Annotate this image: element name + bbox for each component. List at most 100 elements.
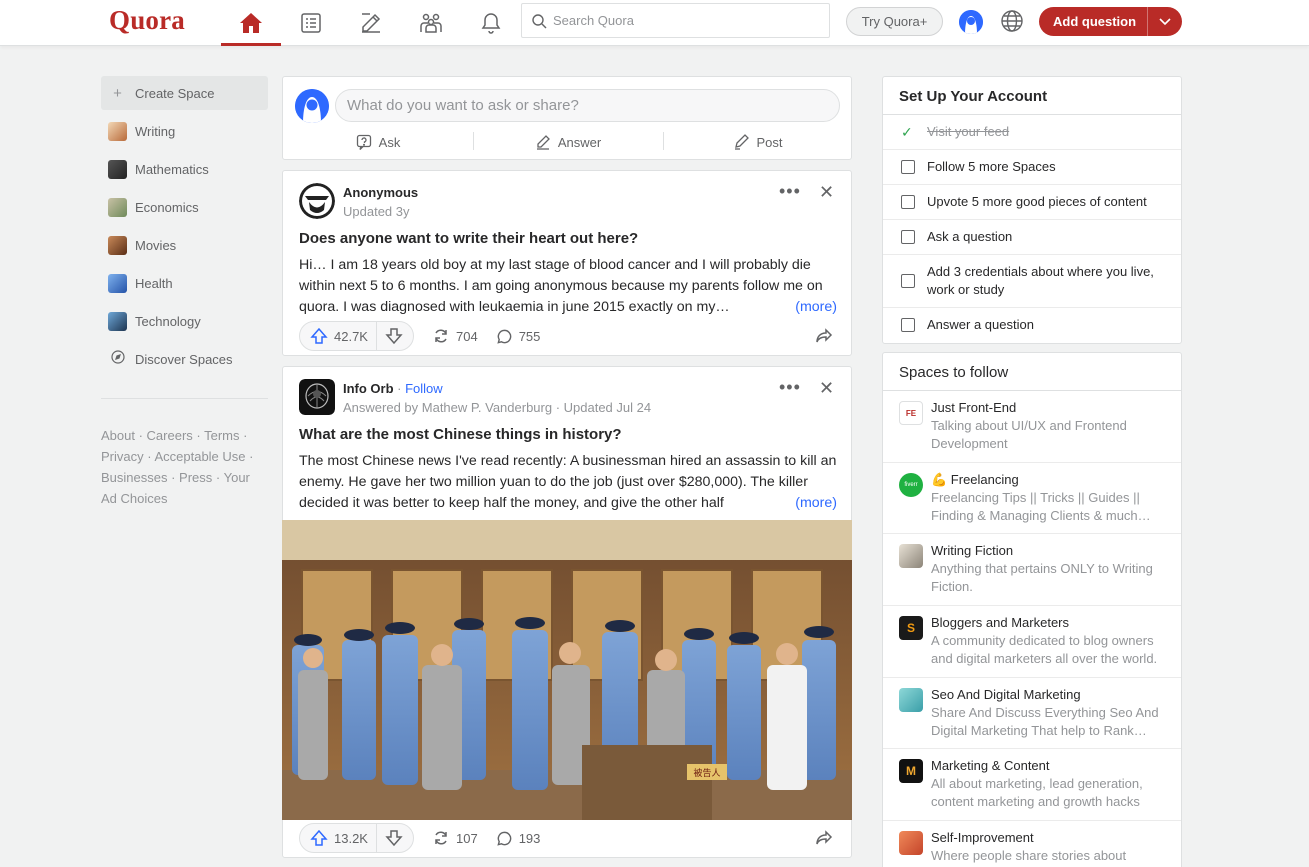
- space-name: Just Front-End: [931, 400, 1017, 415]
- try-quora-plus-button[interactable]: Try Quora+: [846, 7, 943, 36]
- follow-link[interactable]: Follow: [405, 381, 443, 396]
- post-author[interactable]: Anonymous: [343, 185, 418, 200]
- footer-link-businesses[interactable]: Businesses: [101, 470, 167, 485]
- task-checkbox[interactable]: [901, 318, 915, 332]
- comment-count: 193: [518, 830, 541, 846]
- footer-link-terms[interactable]: Terms: [204, 428, 239, 443]
- sidebar-item-label: Economics: [135, 199, 199, 215]
- space-item[interactable]: Self-Improvement Where people share stor…: [883, 821, 1181, 867]
- spaces-to-follow-card: Spaces to follow FE Just Front-End Talki…: [882, 352, 1182, 867]
- space-item[interactable]: M Marketing & Content All about marketin…: [883, 749, 1181, 821]
- downvote-button[interactable]: [377, 321, 413, 351]
- post-body[interactable]: The most Chinese news I've read recently…: [299, 451, 837, 514]
- sidebar-item-movies[interactable]: Movies: [101, 226, 268, 264]
- footer-link-about[interactable]: About: [101, 428, 135, 443]
- profile-avatar[interactable]: [959, 10, 983, 34]
- comment-button[interactable]: 193: [496, 830, 541, 847]
- task-visit-feed[interactable]: ✓ Visit your feed: [883, 115, 1181, 150]
- post-author[interactable]: Info Orb: [343, 381, 394, 396]
- edit-icon: [536, 135, 550, 150]
- following-icon[interactable]: [281, 7, 341, 39]
- space-desc: A community dedicated to blog owners and…: [931, 633, 1158, 666]
- sidebar-item-mathematics[interactable]: Mathematics: [101, 150, 268, 188]
- downvote-button[interactable]: [377, 823, 413, 853]
- info-orb-avatar[interactable]: [299, 379, 335, 415]
- create-space-button[interactable]: + Create Space: [101, 76, 268, 110]
- close-icon[interactable]: ✕: [819, 182, 834, 203]
- ask-question-input[interactable]: What do you want to ask or share?: [335, 89, 840, 122]
- sidebar-item-writing[interactable]: Writing: [101, 112, 268, 150]
- space-item[interactable]: Seo And Digital Marketing Share And Disc…: [883, 678, 1181, 749]
- post-button[interactable]: Post: [663, 129, 853, 155]
- more-options-icon[interactable]: •••: [779, 377, 801, 398]
- search-icon: [532, 13, 547, 28]
- read-more-link[interactable]: (more): [791, 297, 837, 318]
- search-input[interactable]: [553, 13, 813, 28]
- task-add-credentials[interactable]: Add 3 credentials about where you live, …: [883, 255, 1181, 308]
- share-count-button[interactable]: 704: [432, 327, 478, 345]
- space-name: Self-Improvement: [931, 830, 1034, 845]
- anonymous-avatar[interactable]: [299, 183, 335, 219]
- post-title[interactable]: Does anyone want to write their heart ou…: [299, 230, 839, 247]
- answer-button[interactable]: Answer: [473, 129, 663, 155]
- space-desc: Freelancing Tips || Tricks || Guides || …: [931, 490, 1151, 523]
- search-box[interactable]: [521, 3, 830, 38]
- add-question-button[interactable]: Add question: [1039, 7, 1182, 36]
- technology-space-icon: [108, 311, 127, 331]
- sidebar-footer-links: About · Careers · Terms · Privacy · Acce…: [101, 428, 254, 506]
- post-body[interactable]: Hi… I am 18 years old boy at my last sta…: [299, 255, 837, 318]
- post-image[interactable]: 被告人: [282, 520, 852, 820]
- ask-button[interactable]: Ask: [283, 129, 473, 155]
- task-checkbox[interactable]: [901, 230, 915, 244]
- chevron-down-icon[interactable]: [1148, 17, 1182, 27]
- task-ask-question[interactable]: Ask a question: [883, 220, 1181, 255]
- upvote-button[interactable]: 42.7K: [300, 321, 377, 351]
- share-count: 107: [455, 830, 478, 846]
- more-options-icon[interactable]: •••: [779, 181, 801, 202]
- sidebar-item-economics[interactable]: Economics: [101, 188, 268, 226]
- space-desc: Share And Discuss Everything Seo And Dig…: [931, 705, 1159, 738]
- post-actions: 13.2K 107 193: [299, 823, 839, 853]
- task-checkbox[interactable]: [901, 274, 915, 288]
- setup-account-card: Set Up Your Account ✓ Visit your feed Fo…: [882, 76, 1182, 344]
- post-title[interactable]: What are the most Chinese things in hist…: [299, 426, 839, 443]
- notifications-icon[interactable]: [461, 7, 521, 39]
- sidebar-item-label: Technology: [135, 313, 201, 329]
- quora-logo[interactable]: Quora: [109, 5, 185, 36]
- share-button[interactable]: [815, 829, 839, 847]
- sidebar-item-label: Movies: [135, 237, 177, 253]
- close-icon[interactable]: ✕: [819, 378, 834, 399]
- space-item[interactable]: FE Just Front-End Talking about UI/UX an…: [883, 391, 1181, 463]
- spaces-icon[interactable]: [401, 7, 461, 39]
- post-meta: Answered by Mathew P. Vanderburg · Updat…: [343, 400, 652, 415]
- space-item[interactable]: fiverr 💪 Freelancing Freelancing Tips ||…: [883, 463, 1181, 534]
- sidebar-item-discover-spaces[interactable]: Discover Spaces: [101, 340, 268, 378]
- sidebar-item-technology[interactable]: Technology: [101, 302, 268, 340]
- space-item[interactable]: S Bloggers and Marketers A community ded…: [883, 606, 1181, 678]
- share-button[interactable]: [815, 327, 839, 345]
- footer-link-press[interactable]: Press: [179, 470, 212, 485]
- footer-link-careers[interactable]: Careers: [147, 428, 193, 443]
- share-count: 704: [455, 328, 478, 344]
- footer-link-privacy[interactable]: Privacy: [101, 449, 144, 464]
- task-answer-question[interactable]: Answer a question: [883, 308, 1181, 342]
- answer-icon[interactable]: [341, 7, 401, 39]
- task-upvote-content[interactable]: Upvote 5 more good pieces of content: [883, 185, 1181, 220]
- sidebar-item-health[interactable]: Health: [101, 264, 268, 302]
- read-more-link[interactable]: (more): [791, 493, 837, 514]
- language-globe-icon[interactable]: [1000, 9, 1024, 33]
- space-icon: FE: [899, 401, 923, 425]
- home-icon[interactable]: [221, 7, 281, 46]
- comment-button[interactable]: 755: [496, 328, 540, 345]
- footer-link-acceptable-use[interactable]: Acceptable Use: [154, 449, 245, 464]
- upvote-button[interactable]: 13.2K: [300, 823, 377, 853]
- task-follow-spaces[interactable]: Follow 5 more Spaces: [883, 150, 1181, 185]
- user-avatar[interactable]: [295, 89, 329, 123]
- compass-icon: [108, 350, 127, 368]
- task-checkbox[interactable]: [901, 160, 915, 174]
- space-name: Bloggers and Marketers: [931, 615, 1070, 630]
- upvote-count: 13.2K: [334, 830, 368, 846]
- share-count-button[interactable]: 107: [432, 829, 478, 847]
- task-checkbox[interactable]: [901, 195, 915, 209]
- space-item[interactable]: Writing Fiction Anything that pertains O…: [883, 534, 1181, 606]
